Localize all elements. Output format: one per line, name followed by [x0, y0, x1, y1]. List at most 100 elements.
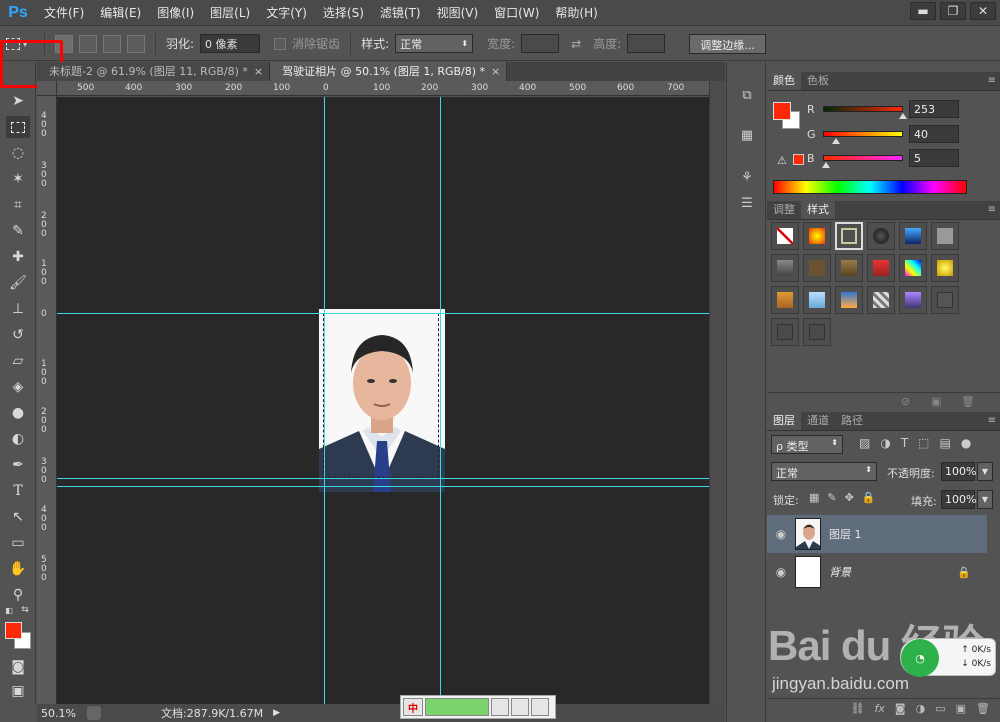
input-method-widget[interactable]: 中: [400, 695, 556, 719]
antialias-checkbox[interactable]: [274, 37, 287, 50]
lock-all-icon[interactable]: 🔒: [862, 491, 876, 504]
panel-menu-icon[interactable]: ≡: [988, 415, 996, 426]
b-value-input[interactable]: 5: [909, 149, 959, 167]
blend-mode-select[interactable]: 正常 ⬍: [771, 462, 877, 481]
delete-style-icon[interactable]: 🗑: [961, 395, 975, 408]
menu-select[interactable]: 选择(S): [315, 0, 372, 26]
history-panel-icon[interactable]: ⧉: [735, 84, 759, 106]
link-layers-icon[interactable]: ⛓: [851, 702, 865, 715]
eraser-tool-icon[interactable]: ▱: [6, 350, 30, 372]
horizontal-ruler[interactable]: 500 400 300 200 100 0 100 200 300 400 50…: [57, 81, 709, 96]
zoom-level[interactable]: 50.1%: [37, 707, 87, 720]
opacity-dropdown-icon[interactable]: ▼: [977, 462, 993, 481]
status-arrow-icon[interactable]: ▶: [273, 708, 280, 718]
fx-button[interactable]: fx: [875, 702, 885, 715]
clone-stamp-tool-icon[interactable]: ⊥: [6, 298, 30, 320]
rect-marquee-tool-icon[interactable]: [6, 116, 30, 138]
style-swatch[interactable]: [899, 222, 927, 250]
opacity-input[interactable]: 100%: [941, 462, 976, 481]
menu-view[interactable]: 视图(V): [429, 0, 487, 26]
delete-layer-icon[interactable]: 🗑: [976, 702, 990, 715]
g-value-input[interactable]: 40: [909, 125, 959, 143]
color-spectrum-bar[interactable]: [773, 180, 967, 194]
lasso-tool-icon[interactable]: ◌: [6, 142, 30, 164]
b-slider[interactable]: [822, 155, 903, 168]
menu-type[interactable]: 文字(Y): [258, 0, 315, 26]
style-swatch[interactable]: [803, 318, 831, 346]
panel-menu-icon[interactable]: ≡: [988, 75, 996, 86]
tab-channels[interactable]: 通道: [801, 412, 835, 430]
healing-brush-tool-icon[interactable]: ✚: [6, 246, 30, 268]
menu-file[interactable]: 文件(F): [36, 0, 92, 26]
guide-horizontal[interactable]: [57, 313, 709, 314]
add-mask-icon[interactable]: ◙: [895, 702, 906, 715]
no-style-icon[interactable]: ⊘: [901, 395, 910, 408]
swap-colors-icon[interactable]: ⇆: [18, 604, 32, 616]
dodge-tool-icon[interactable]: ◐: [6, 428, 30, 450]
menu-layer[interactable]: 图层(L): [202, 0, 258, 26]
brush-tool-icon[interactable]: 🖌: [6, 272, 30, 294]
b-slider-thumb[interactable]: [822, 162, 830, 168]
visibility-eye-icon[interactable]: ◉: [767, 565, 795, 579]
fill-dropdown-icon[interactable]: ▼: [977, 490, 993, 509]
tab-adjustments[interactable]: 调整: [767, 201, 801, 219]
style-swatch[interactable]: [771, 286, 799, 314]
filter-toggle-icon[interactable]: ●: [961, 436, 971, 450]
rectangle-tool-icon[interactable]: ▭: [6, 532, 30, 554]
tab-license-photo[interactable]: 驾驶证相片 @ 50.1% (图层 1, RGB/8) * ×: [270, 62, 508, 81]
canvas-scrollbar[interactable]: [709, 81, 725, 704]
style-swatch[interactable]: [803, 286, 831, 314]
pen-tool-icon[interactable]: ✒: [6, 454, 30, 476]
layer-row-layer1[interactable]: ◉ 图层 1: [767, 515, 987, 553]
feather-input[interactable]: 0 像素: [200, 34, 261, 53]
style-swatch[interactable]: [867, 286, 895, 314]
style-select[interactable]: 正常 ⬍: [395, 34, 474, 53]
brush-presets-icon[interactable]: ⚘: [735, 166, 759, 188]
style-none-swatch[interactable]: [771, 222, 799, 250]
new-layer-icon[interactable]: ▣: [956, 702, 966, 715]
document-canvas[interactable]: [57, 97, 709, 704]
tab-color[interactable]: 颜色: [767, 72, 801, 90]
tab-paths[interactable]: 路径: [835, 412, 869, 430]
close-button[interactable]: ✕: [970, 2, 996, 20]
layer-row-background[interactable]: ◉ 背景 🔒: [767, 553, 987, 591]
tab-styles[interactable]: 样式: [801, 201, 835, 219]
zoom-tool-icon[interactable]: ⚲: [6, 584, 30, 606]
subtract-selection-icon[interactable]: [103, 34, 121, 53]
layer-filter-select[interactable]: ρ 类型 ⬍: [771, 435, 843, 454]
tab-untitled-2[interactable]: 未标题-2 @ 61.9% (图层 11, RGB/8) * ×: [37, 62, 271, 81]
guide-vertical[interactable]: [440, 97, 441, 704]
restore-button[interactable]: ❐: [940, 2, 966, 20]
hand-tool-icon[interactable]: ✋: [6, 558, 30, 580]
width-input[interactable]: [521, 34, 560, 53]
g-slider[interactable]: [823, 131, 903, 144]
new-group-icon[interactable]: ▭: [935, 702, 945, 715]
style-swatch[interactable]: [899, 286, 927, 314]
adjust-sliders-icon[interactable]: ☰: [735, 192, 759, 214]
panel-menu-icon[interactable]: ≡: [988, 204, 996, 215]
guide-horizontal[interactable]: [57, 478, 709, 479]
height-input[interactable]: [627, 34, 666, 53]
path-selection-tool-icon[interactable]: ↖: [6, 506, 30, 528]
status-info-icon[interactable]: [87, 706, 101, 720]
style-swatch[interactable]: [867, 222, 895, 250]
style-swatch[interactable]: [931, 254, 959, 282]
fill-input[interactable]: 100%: [941, 490, 976, 509]
screen-mode-icon[interactable]: ▣: [6, 680, 30, 702]
style-swatch[interactable]: [931, 286, 959, 314]
tab-layers[interactable]: 图层: [767, 412, 801, 430]
history-brush-tool-icon[interactable]: ↺: [6, 324, 30, 346]
style-swatch[interactable]: [835, 286, 863, 314]
smart-filter-icon[interactable]: ▤: [940, 436, 951, 450]
style-swatch[interactable]: [867, 254, 895, 282]
refine-edge-button[interactable]: 调整边缘...: [689, 33, 766, 54]
new-style-icon[interactable]: ▣: [931, 395, 941, 408]
guide-vertical[interactable]: [324, 97, 325, 704]
fg-color-chip[interactable]: [773, 102, 791, 120]
guide-horizontal[interactable]: [57, 486, 709, 487]
shape-filter-icon[interactable]: ⬚: [918, 436, 929, 450]
ruler-origin[interactable]: [37, 81, 57, 96]
style-swatch[interactable]: [835, 254, 863, 282]
type-tool-icon[interactable]: T: [6, 480, 30, 502]
style-swatch[interactable]: [771, 254, 799, 282]
